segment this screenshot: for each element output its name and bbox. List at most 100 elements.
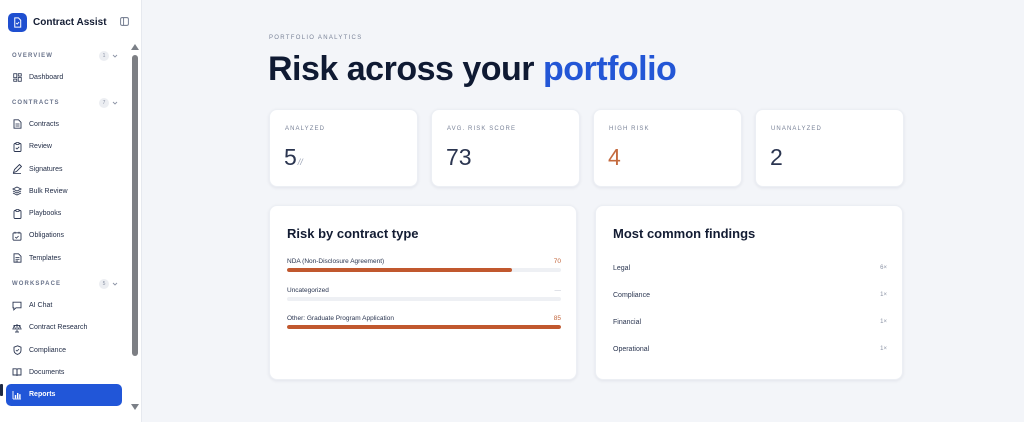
finding-name: Legal (613, 265, 631, 272)
scroll-down-arrow-icon[interactable] (131, 404, 139, 410)
sidebar-item-documents[interactable]: Documents (0, 361, 128, 383)
sidebar: Contract Assist OVERVIEW 1 Dashboard CON… (0, 0, 142, 422)
stat-label: ANALYZED (285, 126, 326, 132)
risk-by-type-card: Risk by contract type NDA (Non-Disclosur… (269, 205, 577, 380)
stat-value: 2 (770, 144, 783, 170)
stat-label: HIGH RISK (609, 126, 650, 132)
sidebar-item-dashboard[interactable]: Dashboard (0, 66, 128, 88)
sidebar-item-compliance[interactable]: Compliance (0, 339, 128, 361)
section-title: WORKSPACE (12, 281, 62, 288)
finding-count: 1× (880, 319, 887, 325)
section-title: OVERVIEW (12, 53, 54, 59)
scrollbar-thumb[interactable] (132, 55, 138, 356)
risk-row-score: 85 (553, 315, 561, 322)
sidebar-item-label: Playbooks (29, 210, 62, 218)
risk-row-name: Other: Graduate Program Application (287, 315, 394, 322)
risk-row-score: — (554, 287, 562, 294)
stat-value: 73 (446, 144, 472, 170)
layers-icon (12, 186, 22, 196)
dashboard-icon (12, 72, 22, 82)
brand[interactable]: Contract Assist (8, 12, 134, 32)
card-title: Risk by contract type (287, 226, 419, 241)
stat-suffix: // (297, 157, 303, 167)
section-contracts-header[interactable]: CONTRACTS 7 (0, 93, 128, 113)
sidebar-item-reports[interactable]: Reports (6, 383, 122, 406)
bar-chart-icon (12, 390, 22, 400)
card-title: Most common findings (613, 226, 756, 241)
finding-name: Financial (613, 319, 642, 326)
pen-icon (12, 164, 22, 174)
calendar-check-icon (12, 231, 22, 241)
active-item-marker (0, 384, 3, 396)
chevron-down-icon[interactable] (112, 281, 118, 287)
sidebar-item-ai-chat[interactable]: AI Chat (0, 294, 128, 316)
section-count-badge: 1 (99, 51, 109, 61)
sidebar-item-review[interactable]: Review (0, 136, 128, 158)
section-workspace-header[interactable]: WORKSPACE 5 (0, 274, 128, 294)
sidebar-item-playbooks[interactable]: Playbooks (0, 202, 128, 224)
risk-bar-fill (287, 325, 561, 329)
risk-bar-track (287, 325, 561, 329)
sidebar-item-label: Contract Research (29, 324, 88, 332)
sidebar-nav: OVERVIEW 1 Dashboard CONTRACTS 7 Contrac… (0, 44, 128, 406)
sidebar-item-obligations[interactable]: Obligations (0, 225, 128, 247)
section-overview-header[interactable]: OVERVIEW 1 (0, 46, 128, 66)
risk-row-score: 70 (553, 258, 561, 265)
sidebar-scrollbar[interactable] (131, 44, 139, 410)
finding-count: 6× (880, 265, 887, 271)
finding-count: 1× (880, 292, 887, 298)
page-title-accent: portfolio (542, 50, 677, 88)
chevron-down-icon[interactable] (112, 53, 118, 59)
section-title: CONTRACTS (12, 100, 60, 107)
sidebar-item-templates[interactable]: Templates (0, 247, 128, 269)
clipboard-icon (12, 208, 22, 219)
file-icon (12, 119, 22, 130)
page-title: Risk across your portfolio (268, 50, 677, 89)
stat-card-high-risk: HIGH RISK 4 (593, 109, 742, 187)
stat-card-analyzed: ANALYZED 5// (269, 109, 418, 187)
stat-value: 4 (608, 144, 621, 170)
finding-name: Compliance (613, 292, 650, 299)
sidebar-item-label: Reports (29, 391, 56, 399)
sidebar-item-bulk-review[interactable]: Bulk Review (0, 180, 128, 202)
sidebar-item-label: Signatures (29, 165, 63, 173)
finding-row[interactable]: Operational 1× (613, 346, 887, 358)
sidebar-item-label: Contracts (29, 120, 59, 128)
chat-icon (12, 301, 22, 311)
document-icon (12, 253, 22, 263)
sidebar-item-contracts[interactable]: Contracts (0, 113, 128, 135)
sidebar-item-label: Obligations (29, 232, 65, 240)
section-count-badge: 5 (99, 279, 109, 290)
risk-bar-track (287, 268, 561, 272)
sidebar-item-label: Compliance (29, 346, 66, 354)
sidebar-item-label: Templates (29, 254, 61, 262)
chevron-down-icon[interactable] (112, 100, 118, 106)
risk-bar-track (287, 297, 561, 301)
stat-card-unanalyzed: UNANALYZED 2 (755, 109, 904, 187)
common-findings-card: Most common findings Legal 6× Compliance… (595, 205, 903, 380)
stat-label: UNANALYZED (771, 126, 822, 132)
finding-row[interactable]: Legal 6× (613, 265, 887, 277)
app-name: Contract Assist (33, 16, 107, 28)
finding-row[interactable]: Compliance 1× (613, 292, 887, 304)
sidebar-item-label: Bulk Review (29, 187, 68, 195)
risk-bar-fill (287, 268, 512, 272)
sidebar-item-signatures[interactable]: Signatures (0, 158, 128, 180)
book-icon (12, 367, 22, 377)
shield-icon (12, 345, 22, 355)
risk-row-name: Uncategorized (287, 287, 329, 294)
stat-value: 5// (284, 144, 303, 171)
contract-logo-icon (8, 12, 27, 32)
section-count-badge: 7 (99, 98, 109, 109)
stat-label: AVG. RISK SCORE (447, 126, 517, 132)
stat-number: 5 (284, 144, 297, 170)
sidebar-item-label: Documents (29, 368, 65, 376)
finding-name: Operational (613, 346, 650, 353)
collapse-sidebar-icon[interactable] (118, 15, 130, 27)
page-title-main: Risk across your (268, 50, 543, 88)
sidebar-item-label: AI Chat (29, 302, 53, 310)
sidebar-item-label: Review (29, 143, 52, 151)
sidebar-item-contract-research[interactable]: Contract Research (0, 317, 128, 339)
scroll-up-arrow-icon[interactable] (131, 44, 139, 50)
finding-row[interactable]: Financial 1× (613, 319, 887, 331)
